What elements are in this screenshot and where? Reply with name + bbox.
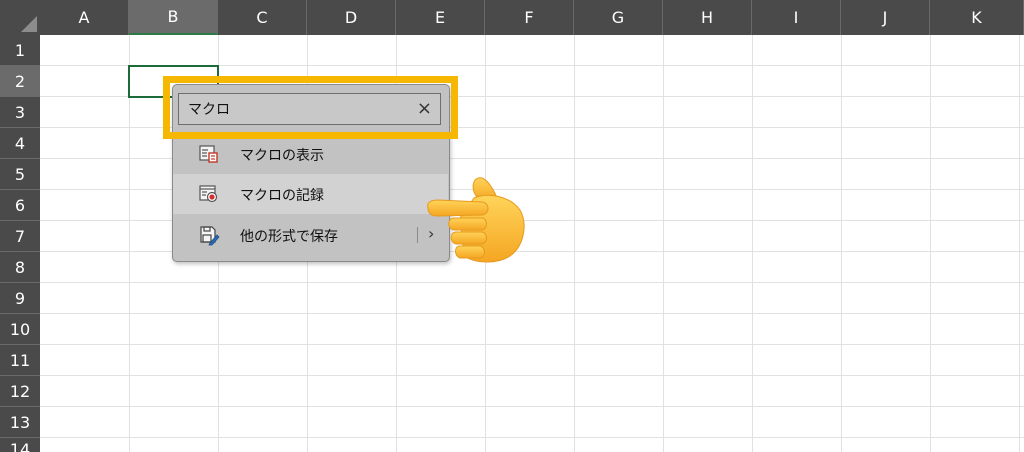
column-header-c[interactable]: C <box>218 0 307 35</box>
row-header-14[interactable]: 14 <box>0 438 40 452</box>
grid-line <box>930 35 931 452</box>
column-header-k[interactable]: K <box>930 0 1024 35</box>
row-header-13[interactable]: 13 <box>0 407 40 438</box>
grid-line <box>40 375 1024 376</box>
submenu-divider <box>417 227 418 243</box>
column-header-i[interactable]: I <box>752 0 841 35</box>
menu-item-label: 他の形式で保存 <box>240 229 338 245</box>
grid-line <box>841 35 842 452</box>
row-header-4[interactable]: 4 <box>0 128 40 159</box>
row-header-1[interactable]: 1 <box>0 35 40 66</box>
row-header-5[interactable]: 5 <box>0 159 40 190</box>
menu-item-save-as[interactable]: 他の形式で保存 › <box>173 215 448 255</box>
row-header-2[interactable]: 2 <box>0 66 40 97</box>
menu-item-record-macro[interactable]: マクロの記録 <box>173 174 448 214</box>
row-header-10[interactable]: 10 <box>0 314 40 345</box>
grid-line <box>40 282 1024 283</box>
record-macro-icon <box>198 183 220 205</box>
column-header-h[interactable]: H <box>663 0 752 35</box>
column-header-e[interactable]: E <box>396 0 485 35</box>
grid-line <box>40 313 1024 314</box>
column-header-g[interactable]: G <box>574 0 663 35</box>
row-header-11[interactable]: 11 <box>0 345 40 376</box>
grid-line <box>40 437 1024 438</box>
column-header-f[interactable]: F <box>485 0 574 35</box>
column-header-j[interactable]: J <box>841 0 930 35</box>
grid-line <box>1019 35 1020 452</box>
search-highlight-frame <box>163 76 458 139</box>
column-header-b[interactable]: B <box>129 0 218 35</box>
row-header-7[interactable]: 7 <box>0 221 40 252</box>
row-header-6[interactable]: 6 <box>0 190 40 221</box>
grid-line <box>752 35 753 452</box>
grid-line <box>574 35 575 452</box>
row-header-9[interactable]: 9 <box>0 283 40 314</box>
grid-line <box>40 406 1024 407</box>
menu-item-label: マクロの記録 <box>240 188 324 204</box>
grid-line <box>40 344 1024 345</box>
select-all-corner[interactable] <box>0 0 40 35</box>
menu-item-view-macros[interactable]: マクロの表示 <box>173 134 448 174</box>
grid-line <box>663 35 664 452</box>
view-macros-icon <box>198 143 220 165</box>
row-header-8[interactable]: 8 <box>0 252 40 283</box>
pointing-hand-icon <box>424 172 528 268</box>
save-as-icon <box>198 224 220 246</box>
row-header-3[interactable]: 3 <box>0 97 40 128</box>
column-header-d[interactable]: D <box>307 0 396 35</box>
menu-item-label: マクロの表示 <box>240 148 324 164</box>
column-header-a[interactable]: A <box>40 0 129 35</box>
row-header-12[interactable]: 12 <box>0 376 40 407</box>
